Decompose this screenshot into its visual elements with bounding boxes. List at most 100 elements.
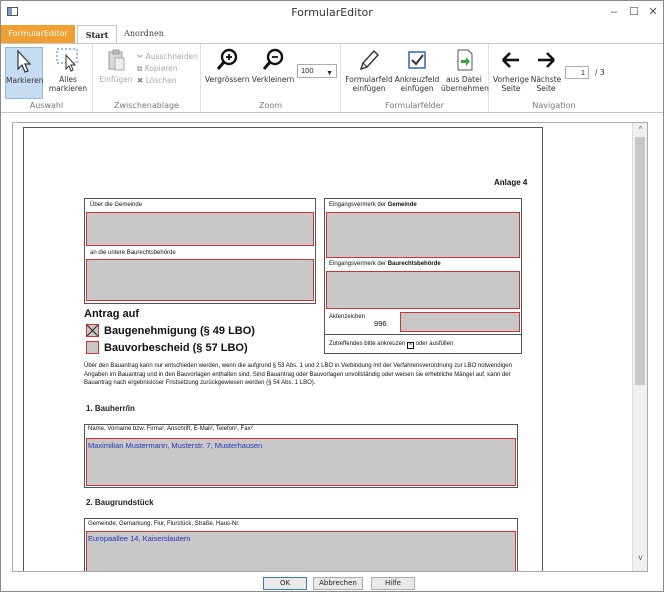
alles-markieren-label-1: Alles [59, 75, 77, 84]
zoom-select[interactable]: 100 ▼ [297, 64, 337, 78]
copy-icon: ⧉ [137, 64, 143, 73]
markieren-button[interactable]: Markieren [5, 47, 43, 99]
eingang-baurecht-pre: Eingangsvermerk der [329, 261, 388, 267]
arrow-left-icon [502, 52, 519, 68]
alles-markieren-label-2: markieren [48, 84, 88, 93]
ankreuzfeld-label-1: Ankreuzfeld [394, 75, 440, 84]
aus-datei-label-2: übernehmen [441, 84, 489, 93]
aus-datei-button[interactable]: aus Datei übernehmen [441, 47, 489, 103]
zoom-in-icon [216, 48, 238, 70]
baurecht-label: an die untere Baurechtsbehörde [90, 250, 176, 256]
zutreffendes-text: Zutreffendes bitte ankreuzen [329, 341, 406, 347]
close-button[interactable]: ✕ [644, 4, 662, 20]
zoom-out-icon [262, 48, 284, 70]
checkbox-icon [408, 51, 426, 69]
group-zwischenablage: Einfügen ✂ Ausschneiden ⧉ Kopieren ✖ Lös… [93, 44, 201, 112]
loeschen-button[interactable]: ✖ Löschen [137, 76, 176, 85]
aktenzeichen-value: 996 [374, 319, 387, 328]
document-workspace: Anlage 4 Über die Gemeinde an die untere… [12, 122, 648, 572]
scrollbar-thumb[interactable] [635, 137, 645, 385]
page-total: / 3 [595, 68, 605, 77]
anlage-label: Anlage 4 [494, 178, 528, 187]
zoom-value: 100 [301, 66, 314, 75]
ribbon-tabs: FormularEditor Start Anordnen [1, 25, 663, 44]
tab-app-menu[interactable]: FormularEditor [1, 25, 75, 43]
eingang-gemeinde-pre: Eingangsvermerk der [329, 202, 388, 208]
verkleinern-button[interactable]: Verkleinern [251, 47, 295, 99]
pencil-icon [359, 49, 379, 71]
baurecht-field[interactable] [86, 259, 314, 301]
maximize-button[interactable]: ☐ [625, 4, 643, 20]
zutreffendes-hint: Zutreffendes bitte ankreuzen × oder ausf… [329, 341, 453, 349]
group-auswahl: Markieren Alles markieren Auswahl [1, 44, 93, 112]
ankreuzfeld-einfuegen-button[interactable]: Ankreuzfeld einfügen [393, 47, 441, 103]
gemeinde-label: Über die Gemeinde [90, 202, 143, 208]
group-label-navigation: Navigation [532, 101, 576, 110]
ausschneiden-button[interactable]: ✂ Ausschneiden [137, 52, 198, 61]
select-all-icon [56, 48, 78, 72]
vergroessern-button[interactable]: Vergrössern [205, 47, 250, 99]
document-page: Anlage 4 Über die Gemeinde an die untere… [23, 127, 543, 571]
ausschneiden-label: Ausschneiden [145, 52, 198, 61]
kopieren-label: Kopieren [144, 64, 178, 73]
bauvorbescheid-label: Bauvorbescheid (§ 57 LBO) [104, 342, 248, 354]
eingang-gemeinde-field[interactable] [326, 212, 520, 258]
scroll-down-icon[interactable]: v [633, 553, 647, 562]
oder-ausfuellen-text: oder ausfüllen [415, 341, 454, 347]
minimize-button[interactable]: – [605, 4, 623, 20]
abbrechen-button[interactable]: Abbrechen [313, 577, 363, 590]
hilfe-button[interactable]: Hilfe [371, 577, 415, 590]
vorherige-seite-button[interactable]: Vorherige Seite [493, 47, 529, 103]
eingang-gemeinde-label: Eingangsvermerk der Gemeinde [329, 202, 417, 208]
group-label-zwischenablage: Zwischenablage [114, 101, 179, 110]
eingang-baurecht-field[interactable] [326, 271, 520, 309]
baugenehmigung-label: Baugenehmigung (§ 49 LBO) [104, 325, 255, 337]
gemeinde-field[interactable] [86, 212, 314, 246]
kopieren-button[interactable]: ⧉ Kopieren [137, 64, 178, 74]
eingang-gemeinde-bold: Gemeinde [387, 202, 417, 208]
markieren-label: Markieren [6, 76, 44, 85]
group-navigation: Vorherige Seite Nächste Seite 1 / 3 Navi… [489, 44, 619, 112]
aktenzeichen-field[interactable] [400, 312, 520, 332]
bauherr-value: Maximilian Mustermann, Musterstr. 7, Mus… [88, 441, 263, 450]
group-zoom: Vergrössern Verkleinern 100 ▼ Zoom [201, 44, 341, 112]
naechste-seite-button[interactable]: Nächste Seite [529, 47, 563, 103]
alles-markieren-button[interactable]: Alles markieren [47, 47, 89, 103]
vertical-scrollbar[interactable]: ^ v [632, 123, 647, 571]
paste-icon [108, 49, 125, 71]
tab-start[interactable]: Start [77, 25, 117, 44]
group-formularfelder: Formularfeld einfügen Ankreuzfeld einfüg… [341, 44, 489, 112]
document-area: Anlage 4 Über die Gemeinde an die untere… [13, 123, 633, 571]
ribbon: Markieren Alles markieren Auswahl Einfüg… [1, 43, 663, 113]
einfuegen-label: Einfügen [99, 75, 133, 84]
naechste-label-1: Nächste [530, 75, 562, 84]
vorherige-label-2: Seite [501, 84, 521, 93]
ankreuzfeld-label-2: einfügen [400, 84, 434, 93]
ok-button[interactable]: OK [263, 577, 307, 590]
verkleinern-label: Verkleinern [251, 75, 295, 84]
group-label-auswahl: Auswahl [29, 101, 64, 110]
eingang-baurecht-bold: Baurechtsbehörde [387, 261, 441, 267]
section-2-heading: 2. Baugrundstück [86, 498, 154, 507]
dialog-footer: OK Abbrechen Hilfe [1, 573, 663, 591]
antrag-heading: Antrag auf [84, 308, 139, 320]
tab-anordnen[interactable]: Anordnen [121, 25, 167, 43]
einfuegen-button[interactable]: Einfügen [99, 47, 133, 99]
section-1-heading: 1. Bauherr/in [86, 404, 135, 413]
arrow-right-icon [538, 52, 555, 68]
page-number-input[interactable]: 1 [565, 66, 589, 79]
divider [324, 334, 522, 335]
bauvorbescheid-checkbox[interactable] [86, 341, 99, 354]
delete-x-icon: ✖ [137, 76, 144, 85]
formularfeld-label-1: Formularfeld [345, 75, 393, 84]
grundstueck-label: Gemeinde, Gemarkung, Flur, Flurstück, St… [88, 521, 240, 527]
formularfeld-einfuegen-button[interactable]: Formularfeld einfügen [345, 47, 393, 103]
grundstueck-value: Europaallee 14, Kaiserslautern [88, 534, 191, 543]
formulareditor-window: FormularEditor – ☐ ✕ FormularEditor Star… [0, 0, 664, 592]
scroll-up-icon[interactable]: ^ [633, 125, 647, 134]
baugenehmigung-checkbox[interactable] [86, 324, 99, 337]
chevron-down-icon: ▼ [326, 70, 333, 77]
bauherr-label: Name, Vorname bzw. Firma¹, Anschrift, E-… [88, 426, 253, 432]
import-file-icon [457, 49, 473, 71]
formularfeld-label-2: einfügen [352, 84, 386, 93]
